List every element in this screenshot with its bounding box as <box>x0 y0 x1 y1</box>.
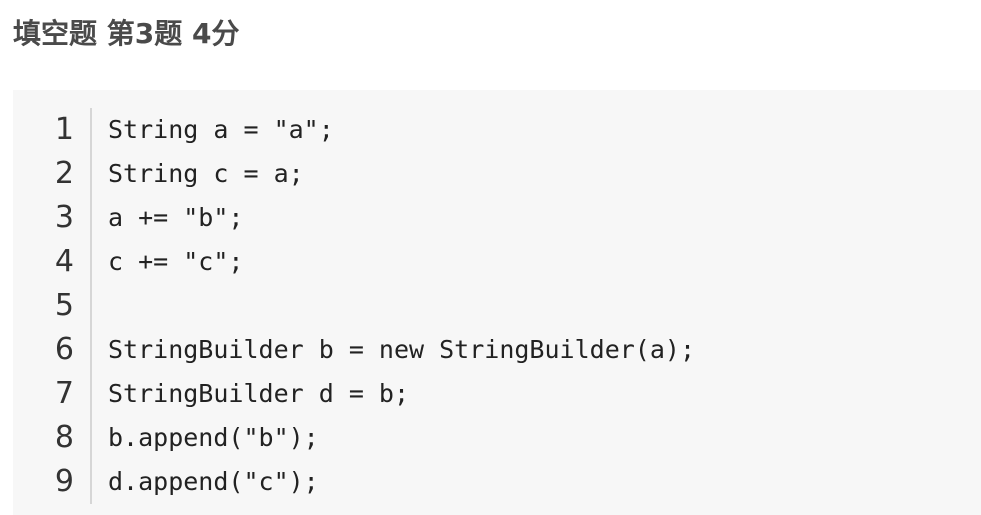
line-number: 3 <box>13 196 92 240</box>
code-lines: 1 String a = "a"; 2 String c = a; 3 a +=… <box>13 108 695 504</box>
line-code: String c = a; <box>108 159 304 188</box>
line-code: StringBuilder b = new StringBuilder(a); <box>108 335 695 364</box>
line-code: b.append("b"); <box>108 423 319 452</box>
line-number: 1 <box>13 108 92 152</box>
line-number: 9 <box>13 460 92 504</box>
code-line-9: 9 d.append("c"); <box>13 460 695 504</box>
code-block: 1 String a = "a"; 2 String c = a; 3 a +=… <box>13 90 981 515</box>
line-code: d.append("c"); <box>108 467 319 496</box>
code-line-4: 4 c += "c"; <box>13 240 695 284</box>
code-line-7: 7 StringBuilder d = b; <box>13 372 695 416</box>
line-number: 4 <box>13 240 92 284</box>
line-number: 8 <box>13 416 92 460</box>
line-code: String a = "a"; <box>108 115 334 144</box>
code-line-8: 8 b.append("b"); <box>13 416 695 460</box>
line-code: a += "b"; <box>108 203 244 232</box>
code-line-1: 1 String a = "a"; <box>13 108 695 152</box>
line-number: 6 <box>13 328 92 372</box>
line-number: 7 <box>13 372 92 416</box>
line-number: 2 <box>13 152 92 196</box>
line-code: c += "c"; <box>108 247 244 276</box>
line-number: 5 <box>13 284 92 328</box>
code-line-5: 5 <box>13 284 695 328</box>
code-line-2: 2 String c = a; <box>13 152 695 196</box>
line-code: StringBuilder d = b; <box>108 379 410 408</box>
code-line-6: 6 StringBuilder b = new StringBuilder(a)… <box>13 328 695 372</box>
question-title: 填空题 第3题 4分 <box>13 17 240 50</box>
code-line-3: 3 a += "b"; <box>13 196 695 240</box>
